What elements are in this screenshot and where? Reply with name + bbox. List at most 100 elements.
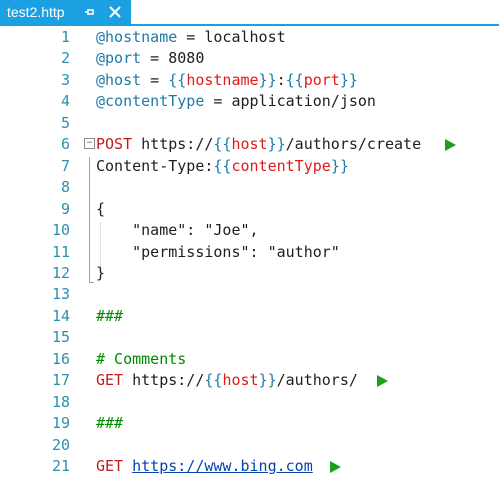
- token-sep: ###: [96, 307, 124, 325]
- document-tab[interactable]: test2.http: [0, 0, 131, 24]
- token-plain: =: [141, 71, 169, 89]
- line-number: 8: [60, 178, 70, 196]
- line-number: 6: [60, 135, 70, 153]
- code-line[interactable]: 10 "name": "Joe",: [0, 219, 499, 241]
- code-line[interactable]: 12}: [0, 262, 499, 284]
- token-brace: {{: [285, 71, 304, 89]
- code-line[interactable]: 19 ###: [0, 412, 499, 434]
- token-url-link[interactable]: https://www.bing.com: [132, 457, 313, 475]
- token-name: port: [303, 71, 340, 89]
- token-method: GET: [96, 371, 124, 389]
- tab-title[interactable]: test2.http: [7, 4, 65, 20]
- code-line[interactable]: 1 @hostname = localhost: [0, 26, 499, 48]
- token-plain: "permissions": "author": [96, 243, 340, 261]
- token-plain: "name": "Joe",: [96, 221, 259, 239]
- token-brace: }}: [339, 71, 358, 89]
- code-line[interactable]: 16 # Comments: [0, 348, 499, 370]
- line-number: 18: [51, 393, 70, 411]
- line-number: 11: [51, 243, 70, 261]
- token-var: @contentType: [96, 92, 205, 110]
- code-text[interactable]: GET https://{{host}}/authors/: [96, 369, 358, 391]
- token-plain: :: [276, 71, 286, 89]
- code-line[interactable]: 11 "permissions": "author": [0, 241, 499, 263]
- send-request-icon[interactable]: [377, 375, 388, 387]
- token-plain: }: [96, 264, 106, 282]
- send-request-icon[interactable]: [445, 139, 456, 151]
- token-brace: }}: [330, 157, 349, 175]
- line-number: 3: [60, 71, 70, 89]
- code-text[interactable]: "name": "Joe",: [96, 219, 259, 241]
- code-text[interactable]: @contentType = application/json: [96, 90, 376, 112]
- code-line[interactable]: 6 − POST https://{{host}}/authors/create: [0, 133, 499, 155]
- code-line[interactable]: 21 GET https://www.bing.com: [0, 455, 499, 477]
- line-number: 1: [60, 28, 70, 46]
- document-tab-strip: test2.http: [0, 0, 499, 26]
- code-text[interactable]: Content-Type:{{contentType}}: [96, 155, 349, 177]
- token-comment: # Comments: [96, 350, 187, 368]
- code-text[interactable]: POST https://{{host}}/authors/create: [96, 133, 421, 155]
- code-text[interactable]: }: [96, 262, 105, 284]
- code-line[interactable]: 13: [0, 283, 499, 305]
- token-brace: }}: [267, 135, 286, 153]
- code-line[interactable]: 17 GET https://{{host}}/authors/: [0, 369, 499, 391]
- token-name: hostname: [186, 71, 259, 89]
- token-name: host: [222, 371, 259, 389]
- token-plain: /authors/: [276, 371, 358, 389]
- line-number: 4: [60, 92, 70, 110]
- code-text[interactable]: @port = 8080: [96, 47, 204, 69]
- line-number: 14: [51, 307, 70, 325]
- code-line[interactable]: 18: [0, 391, 499, 413]
- line-number: 19: [51, 414, 70, 432]
- code-text[interactable]: # Comments: [96, 348, 186, 370]
- token-name: contentType: [231, 157, 331, 175]
- token-brace: }}: [258, 71, 277, 89]
- code-text[interactable]: ###: [96, 305, 123, 327]
- code-line[interactable]: 7 Content-Type:{{contentType}}: [0, 155, 499, 177]
- code-line[interactable]: 20: [0, 434, 499, 456]
- code-line[interactable]: 15: [0, 326, 499, 348]
- token-plain: = 8080: [141, 49, 205, 67]
- token-plain: /authors/create: [285, 135, 422, 153]
- code-text[interactable]: @hostname = localhost: [96, 26, 286, 48]
- token-method: POST: [96, 135, 133, 153]
- code-line[interactable]: 3 @host = {{hostname}}:{{port}}: [0, 69, 499, 91]
- code-text[interactable]: {: [96, 198, 105, 220]
- pin-icon[interactable]: [84, 6, 96, 18]
- collapse-icon[interactable]: −: [84, 138, 95, 149]
- close-icon[interactable]: [108, 5, 122, 19]
- token-brace: {{: [204, 371, 223, 389]
- token-brace: {{: [168, 71, 187, 89]
- code-text[interactable]: GET https://www.bing.com: [96, 455, 313, 477]
- line-number: 12: [51, 264, 70, 282]
- code-text[interactable]: ###: [96, 412, 123, 434]
- token-brace: {{: [213, 135, 232, 153]
- code-line[interactable]: 8: [0, 176, 499, 198]
- code-line[interactable]: 4 @contentType = application/json: [0, 90, 499, 112]
- token-brace: {{: [213, 157, 232, 175]
- line-number: 17: [51, 371, 70, 389]
- code-line[interactable]: 2 @port = 8080: [0, 47, 499, 69]
- code-line[interactable]: 9{: [0, 198, 499, 220]
- token-plain: https://: [123, 371, 205, 389]
- token-header: Content-Type:: [96, 157, 214, 175]
- code-text[interactable]: "permissions": "author": [96, 241, 340, 263]
- code-line[interactable]: 14 ###: [0, 305, 499, 327]
- code-line[interactable]: 5: [0, 112, 499, 134]
- code-editor[interactable]: 1 @hostname = localhost 2 @port = 8080 3 @hos…: [0, 26, 499, 475]
- line-number: 20: [51, 436, 70, 454]
- line-number: 7: [60, 157, 70, 175]
- line-number: 21: [51, 457, 70, 475]
- send-request-icon[interactable]: [330, 461, 341, 473]
- token-plain: = localhost: [177, 28, 286, 46]
- line-number: 5: [60, 114, 70, 132]
- token-method: GET: [96, 457, 124, 475]
- token-plain: https://: [132, 135, 214, 153]
- token-brace: }}: [258, 371, 277, 389]
- line-number: 15: [51, 328, 70, 346]
- line-number: 9: [60, 200, 70, 218]
- code-text[interactable]: @host = {{hostname}}:{{port}}: [96, 69, 358, 91]
- token-var: @port: [96, 49, 142, 67]
- line-number: 13: [51, 285, 70, 303]
- line-number: 16: [51, 350, 70, 368]
